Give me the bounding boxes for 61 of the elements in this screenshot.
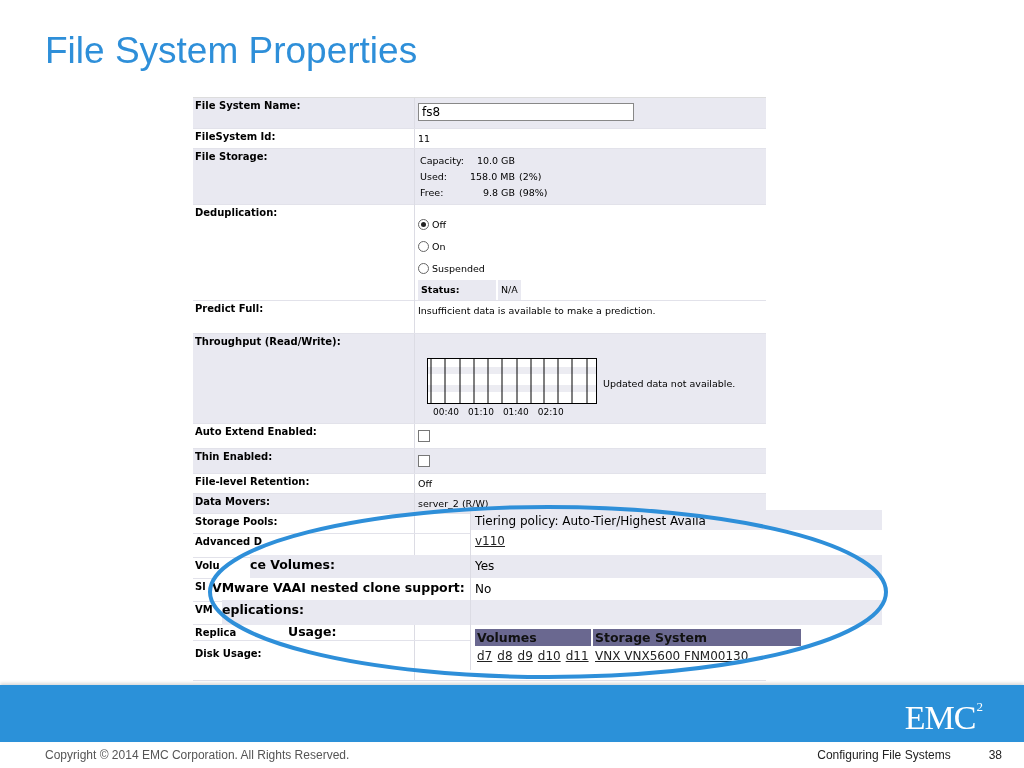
disk-link[interactable]: d11 <box>565 649 589 663</box>
property-value: Insufficient data is available to make a prediction. <box>418 305 656 316</box>
radio-label: On <box>432 240 446 252</box>
property-label: Predict Full: <box>193 301 415 333</box>
storage-label: Used: <box>420 170 448 184</box>
time-label: 00:40 <box>433 407 459 417</box>
slide-title: File System Properties <box>44 29 419 69</box>
radio-label: Suspended <box>432 262 485 274</box>
storage-share: (2%) <box>518 170 543 184</box>
property-value: 11 <box>418 133 431 144</box>
logo: EMC$^{2}$ <box>904 698 982 738</box>
radio-button[interactable] <box>418 262 429 274</box>
property-label: Storage Pools: <box>193 514 415 533</box>
property-label: File Storage: <box>193 149 415 205</box>
radio-label: Off <box>432 218 447 230</box>
property-value: server_2 (R/W) <box>418 498 489 509</box>
radio-button[interactable] <box>418 218 429 230</box>
property-label: Thin Enabled: <box>193 449 415 473</box>
disk-link[interactable]: d8 <box>497 649 513 663</box>
callout-value: No <box>475 582 492 596</box>
storage-label: Capacity: <box>420 154 466 168</box>
callout-value: Tiering policy: Auto-Tier/Highest Availa <box>475 514 706 528</box>
column-header: Volumes <box>475 629 593 646</box>
property-label: Data Movers: <box>193 494 415 513</box>
page-number: 38 <box>988 748 1002 762</box>
time-label: 01:40 <box>502 407 529 417</box>
storage-amount: 10.0 GB <box>475 154 515 168</box>
property-label: FileSystem Id: <box>193 129 415 148</box>
radio-button[interactable] <box>418 240 429 252</box>
property-label: Deduplication: <box>193 205 415 304</box>
section-title: Configuring File Systems <box>817 748 951 762</box>
callout-value: Yes <box>475 559 495 573</box>
status-value: N/A <box>498 280 521 300</box>
callout-label: VMware VAAI nested clone support: <box>212 580 465 595</box>
volume-link[interactable]: v110 <box>475 534 505 548</box>
storage-label: Free: <box>420 186 445 200</box>
checkbox[interactable] <box>418 430 430 442</box>
column-header: Storage System <box>593 629 803 646</box>
property-label: Auto Extend Enabled: <box>193 424 415 448</box>
property-label: Disk Usage: <box>193 641 415 680</box>
storage-system-link[interactable]: VNX VNX5600 FNM00130 <box>595 649 749 663</box>
name-field[interactable]: fs8 <box>418 103 634 121</box>
status-label: Status: <box>418 280 496 300</box>
property-label: File System Name: <box>193 98 415 128</box>
copyright: Copyright © 2014 EMC Corporation. All Rights Reserved. <box>45 748 351 762</box>
callout-label: ce Volumes: <box>250 557 335 572</box>
storage-amount: 9.8 GB <box>481 186 515 200</box>
storage-share: (98%) <box>518 186 548 200</box>
disk-link[interactable]: d10 <box>537 649 561 663</box>
callout-label: Usage: <box>288 624 337 639</box>
checkbox[interactable] <box>418 455 430 467</box>
property-value: Off <box>418 478 433 489</box>
property-label: Throughput (Read/Write): <box>193 334 415 423</box>
time-label: 02:10 <box>537 407 564 417</box>
storage-amount: 158.0 MB <box>470 170 515 184</box>
disk-link[interactable]: d9 <box>517 649 533 663</box>
callout-label: eplications: <box>222 602 305 617</box>
chart-note: Updated data not available. <box>603 378 736 389</box>
time-label: 01:10 <box>467 407 494 417</box>
property-label: File-level Retention: <box>193 474 415 493</box>
disk-link[interactable]: d7 <box>477 649 493 663</box>
